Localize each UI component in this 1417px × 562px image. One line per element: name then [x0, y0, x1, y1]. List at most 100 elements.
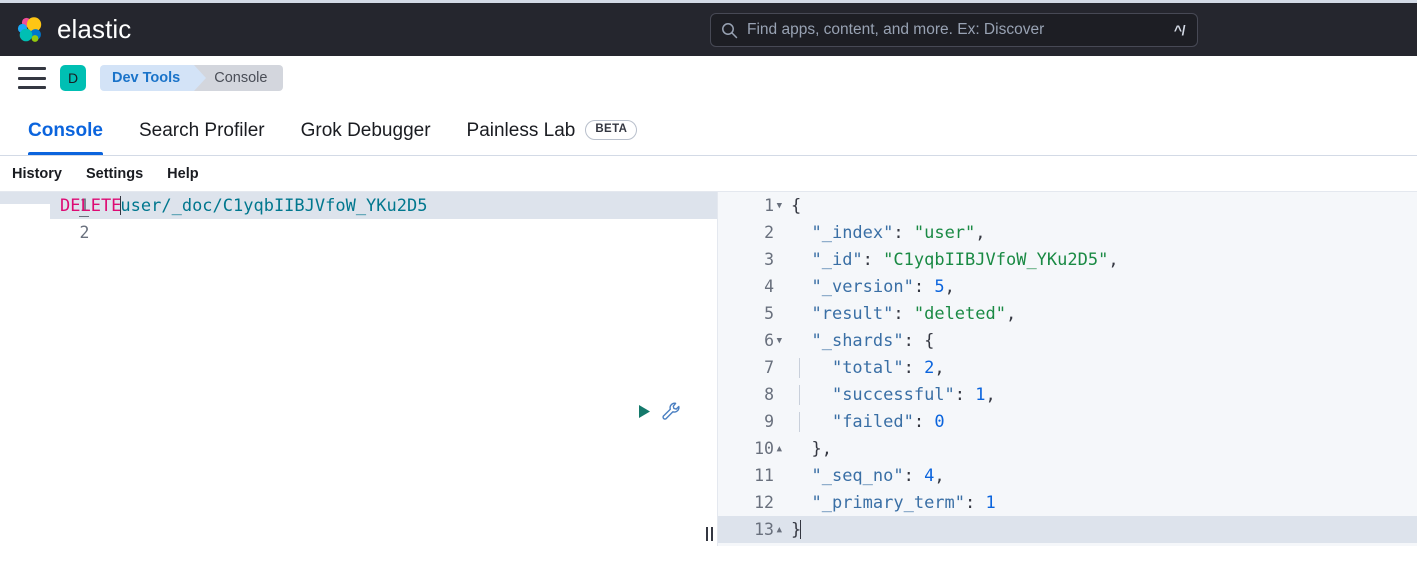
response-line[interactable]: 11 "_seq_no": 4,: [718, 462, 1417, 489]
response-line-content: }: [783, 520, 1417, 540]
indent-space: [791, 277, 811, 297]
json-value-token: "user": [914, 223, 975, 243]
fold-expand-icon[interactable]: ▲: [777, 525, 782, 534]
response-gutter: 11: [718, 466, 783, 485]
response-line-content: "_primary_term": 1: [783, 493, 1417, 513]
response-line-number: 12: [754, 493, 774, 512]
json-brace-token: {: [791, 196, 801, 216]
response-line[interactable]: 12 "_primary_term": 1: [718, 489, 1417, 516]
editor-actions: [636, 401, 681, 421]
indent-space: [791, 358, 832, 378]
indent-space: [791, 331, 811, 351]
json-comma: ,: [975, 223, 985, 243]
response-line[interactable]: 4 "_version": 5,: [718, 273, 1417, 300]
search-keyboard-shortcut: ^/: [1174, 22, 1185, 38]
json-separator: :: [904, 358, 924, 378]
response-line-content: "total": 2,: [783, 358, 1417, 378]
subnav-item-settings[interactable]: Settings: [86, 166, 143, 182]
global-search-box[interactable]: Find apps, content, and more. Ex: Discov…: [710, 13, 1198, 47]
resize-handle-icon[interactable]: [702, 522, 716, 546]
response-line[interactable]: 10▲ },: [718, 435, 1417, 462]
json-separator: :: [904, 466, 924, 486]
response-line-number: 9: [764, 412, 774, 431]
editor-line-number: 2: [79, 223, 89, 242]
response-gutter: 10▲: [718, 439, 783, 458]
editor-gutter: 2: [0, 204, 50, 261]
resize-bar-1: [706, 527, 708, 541]
response-line[interactable]: 8 "successful": 1,: [718, 381, 1417, 408]
fold-collapse-icon[interactable]: ▼: [777, 336, 782, 345]
brand-area[interactable]: elastic: [0, 14, 131, 46]
response-line-number: 10: [754, 439, 774, 458]
tab-grok-debugger[interactable]: Grok Debugger: [283, 120, 449, 155]
hamburger-menu-icon[interactable]: [18, 67, 46, 89]
json-separator: :: [904, 331, 924, 351]
play-triangle-icon[interactable]: [636, 403, 653, 420]
response-gutter: 9: [718, 412, 783, 431]
json-key-token: "_version": [811, 277, 913, 297]
response-line[interactable]: 5 "result": "deleted",: [718, 300, 1417, 327]
json-comma: ,: [1006, 304, 1016, 324]
response-line[interactable]: 3 "_id": "C1yqbIIBJVfoW_YKu2D5",: [718, 246, 1417, 273]
editor-line[interactable]: 2: [0, 219, 717, 246]
json-key-token: "_index": [811, 223, 893, 243]
json-value-token: {: [924, 331, 934, 351]
tab-painless-lab-label: Painless Lab: [467, 120, 576, 142]
tab-search-profiler[interactable]: Search Profiler: [121, 120, 283, 155]
response-line[interactable]: 9 "failed": 0: [718, 408, 1417, 435]
response-gutter: 2: [718, 223, 783, 242]
json-value-token: "C1yqbIIBJVfoW_YKu2D5": [883, 250, 1108, 270]
indent-space: [791, 466, 811, 486]
editor-line[interactable]: 1 DELETEuser/_doc/C1yqbIIBJVfoW_YKu2D5: [0, 192, 717, 219]
beta-badge: BETA: [585, 120, 637, 140]
response-gutter: 13▲: [718, 520, 783, 539]
tab-console[interactable]: Console: [10, 120, 121, 155]
response-line-content: "failed": 0: [783, 412, 1417, 432]
response-line-content: "_version": 5,: [783, 277, 1417, 297]
fold-collapse-icon[interactable]: ▼: [777, 201, 782, 210]
indent-space: [791, 493, 811, 513]
indent-space: [791, 250, 811, 270]
resize-bar-2: [711, 527, 713, 541]
global-search[interactable]: Find apps, content, and more. Ex: Discov…: [710, 13, 1198, 47]
response-line-number: 5: [764, 304, 774, 323]
fold-expand-icon[interactable]: ▲: [777, 444, 782, 453]
indent-space: [791, 304, 811, 324]
response-gutter: 8: [718, 385, 783, 404]
response-line-number: 3: [764, 250, 774, 269]
json-key-token: "_primary_term": [811, 493, 965, 513]
response-gutter: 12: [718, 493, 783, 512]
json-key-token: "successful": [832, 385, 955, 405]
tab-search-profiler-label: Search Profiler: [139, 120, 265, 142]
json-key-token: "_id": [811, 250, 862, 270]
wrench-icon[interactable]: [661, 401, 681, 421]
response-caret: [800, 520, 801, 539]
response-viewer-pane[interactable]: 1▼{2 "_index": "user",3 "_id": "C1yqbIIB…: [718, 192, 1417, 546]
response-line-content: "successful": 1,: [783, 385, 1417, 405]
response-line[interactable]: 13▲}: [718, 516, 1417, 543]
subnav-item-help[interactable]: Help: [167, 166, 198, 182]
json-value-token: 2: [924, 358, 934, 378]
response-line[interactable]: 7 "total": 2,: [718, 354, 1417, 381]
avatar[interactable]: D: [60, 65, 86, 91]
indent-space: [791, 412, 832, 432]
request-path-token: user/_doc/C1yqbIIBJVfoW_YKu2D5: [120, 196, 427, 216]
json-key-token: "_shards": [811, 331, 903, 351]
json-comma: ,: [945, 277, 955, 297]
response-line-number: 2: [764, 223, 774, 242]
json-comma: ,: [934, 358, 944, 378]
response-line-number: 13: [754, 520, 774, 539]
subnav-item-history[interactable]: History: [12, 166, 62, 182]
response-line[interactable]: 6▼ "_shards": {: [718, 327, 1417, 354]
breadcrumb-item-console[interactable]: Console: [194, 65, 283, 91]
elastic-logo-icon: [14, 14, 46, 46]
request-editor-pane[interactable]: 1 DELETEuser/_doc/C1yqbIIBJVfoW_YKu2D5 2: [0, 192, 718, 546]
breadcrumb-item-dev-tools[interactable]: Dev Tools: [100, 65, 194, 91]
tab-painless-lab[interactable]: Painless Lab BETA: [449, 120, 656, 155]
response-line[interactable]: 1▼{: [718, 192, 1417, 219]
breadcrumb: Dev Tools Console: [100, 65, 283, 91]
editor-line-content[interactable]: DELETEuser/_doc/C1yqbIIBJVfoW_YKu2D5: [50, 196, 717, 216]
app-tabs: Console Search Profiler Grok Debugger Pa…: [0, 101, 1417, 156]
response-line[interactable]: 2 "_index": "user",: [718, 219, 1417, 246]
json-key-token: "total": [832, 358, 904, 378]
